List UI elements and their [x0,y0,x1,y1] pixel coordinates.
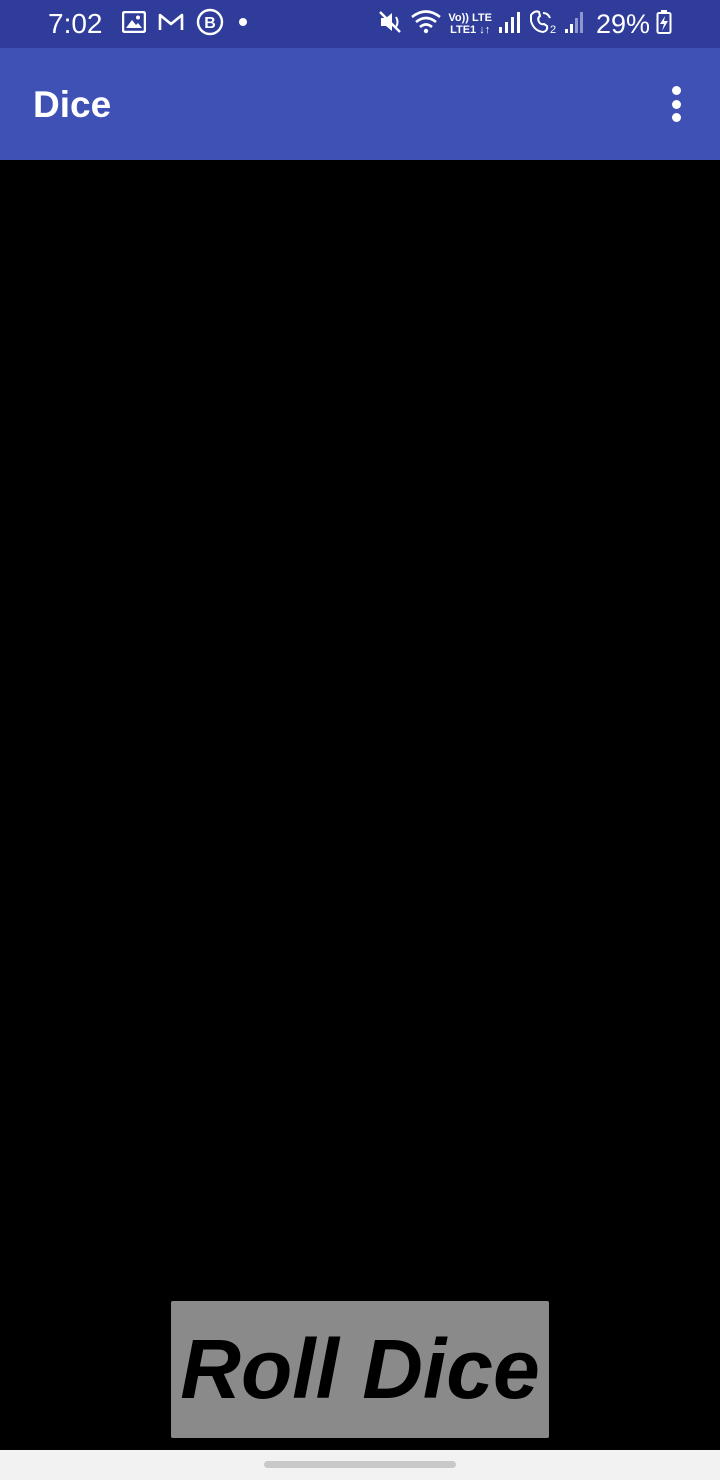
navigation-bar [0,1450,720,1480]
lte-top-label: Vo)) LTE [448,12,492,24]
wifi-icon [410,9,442,40]
app-bar: Dice [0,48,720,160]
battery-percent: 29% [595,9,650,39]
mute-icon [378,9,404,40]
more-vert-icon[interactable] [660,86,692,122]
app-title: Dice [33,84,112,125]
roll-dice-button[interactable]: Roll Dice [171,1301,549,1438]
system-status-icons: Vo)) LTE LTE1 ↓↑ 2 29% [378,6,672,42]
gesture-handle[interactable] [264,1461,456,1468]
notification-icons: B [121,8,250,41]
svg-text:B: B [204,15,216,32]
b-circle-icon: B [196,8,224,41]
signal-icon [498,9,522,40]
dot-icon [236,15,250,34]
image-icon [121,10,147,38]
menu-dot [671,86,681,95]
lte-bottom-label: LTE1 ↓↑ [450,24,491,36]
app-screen: 7:02 B Vo)) LTE LTE1 ↓↑ 2 29% Dice Roll … [0,0,720,1480]
battery-charging-icon [656,9,672,40]
signal-icon [564,9,586,40]
status-bar: 7:02 B Vo)) LTE LTE1 ↓↑ 2 29% [0,0,720,48]
gmail-icon [158,12,184,37]
menu-dot [671,99,681,109]
lte-indicator: Vo)) LTE LTE1 ↓↑ [448,12,492,36]
dice-content-area: Roll Dice [0,160,720,1450]
menu-dot [671,113,681,122]
wifi-calling-icon: 2 [528,9,558,40]
svg-text:2: 2 [550,24,556,35]
status-time: 7:02 [48,8,103,39]
